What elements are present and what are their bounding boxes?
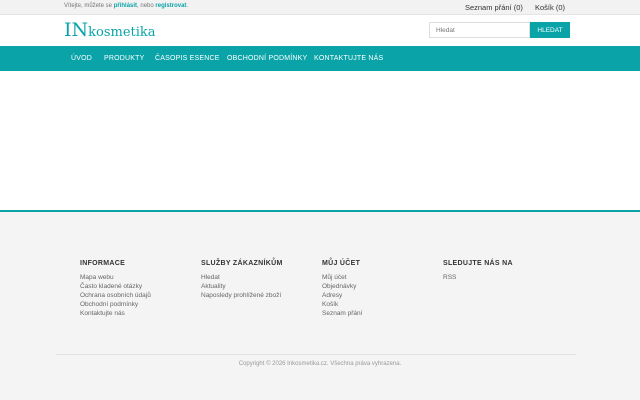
footer-link[interactable]: Objednávky [322,282,362,291]
welcome-pre: Vítejte, můžete se [64,3,114,9]
footer-link[interactable]: Kontaktujte nás [80,309,151,318]
top-links: Seznam přání (0) Košík (0) [455,3,565,12]
welcome-end: . [186,3,189,9]
footer-link[interactable]: Naposledy prohlížené zboží [201,291,283,300]
logo-kosmetika: kosmetika [88,25,156,40]
register-link[interactable]: registrovat [155,3,186,9]
footer-link[interactable]: Hledat [201,273,283,282]
footer-column-sluzby: SLUŽBY ZÁKAZNÍKŮM Hledat Aktuality Napos… [201,260,283,300]
logo-in: IN [64,19,89,41]
footer-link[interactable]: Obchodní podmínky [80,300,151,309]
footer-link[interactable]: Adresy [322,291,362,300]
footer-link[interactable]: Košík [322,300,362,309]
top-bar: Vítejte, můžete se přihlásit, nebo regis… [0,0,640,15]
footer: INFORMACE Mapa webu Často kladené otázky… [0,210,640,400]
footer-column-sledujte: SLEDUJTE NÁS NA RSS [443,260,513,282]
main-nav: ÚVOD PRODUKTY ČASOPIS ESENCE OBCHODNÍ PO… [0,46,640,71]
nav-item-obchodni-podminky[interactable]: OBCHODNÍ PODMÍNKY [227,55,307,62]
welcome-mid: , nebo [137,3,156,9]
footer-link[interactable]: Mapa webu [80,273,151,282]
header: INkosmetika HLEDAT [0,15,640,46]
footer-column-title: SLEDUJTE NÁS NA [443,260,513,267]
cart-link[interactable]: Košík (0) [535,3,565,12]
site-logo[interactable]: INkosmetika [64,19,156,41]
footer-link[interactable]: Seznam přání [322,309,362,318]
nav-item-casopis-esence[interactable]: ČASOPIS ESENCE [155,55,220,62]
footer-divider [56,354,576,355]
copyright-text: Copyright © 2026 Inkosmetika.cz. Všechna… [238,361,402,367]
footer-column-muj-ucet: MŮJ ÚČET Můj účet Objednávky Adresy Koší… [322,260,362,318]
nav-item-produkty[interactable]: PRODUKTY [104,55,145,62]
search-button[interactable]: HLEDAT [530,22,570,38]
wishlist-link[interactable]: Seznam přání (0) [465,3,523,12]
footer-link-rss[interactable]: RSS [443,273,513,282]
nav-item-kontaktujte-nas[interactable]: KONTAKTUJTE NÁS [314,55,383,62]
footer-column-title: INFORMACE [80,260,126,267]
footer-link[interactable]: Ochrana osobních údajů [80,291,151,300]
nav-item-uvod[interactable]: ÚVOD [71,55,92,62]
footer-link[interactable]: Často kladené otázky [80,282,151,291]
login-link[interactable]: přihlásit [114,3,137,9]
main-content [0,71,640,210]
footer-link[interactable]: Můj účet [322,273,362,282]
footer-column-title: MŮJ ÚČET [322,260,361,267]
footer-column-informace: INFORMACE Mapa webu Často kladené otázky… [80,260,151,318]
search-input[interactable] [429,22,530,38]
footer-link[interactable]: Aktuality [201,282,283,291]
footer-column-title: SLUŽBY ZÁKAZNÍKŮM [201,260,283,267]
welcome-text: Vítejte, můžete se přihlásit, nebo regis… [64,3,188,9]
